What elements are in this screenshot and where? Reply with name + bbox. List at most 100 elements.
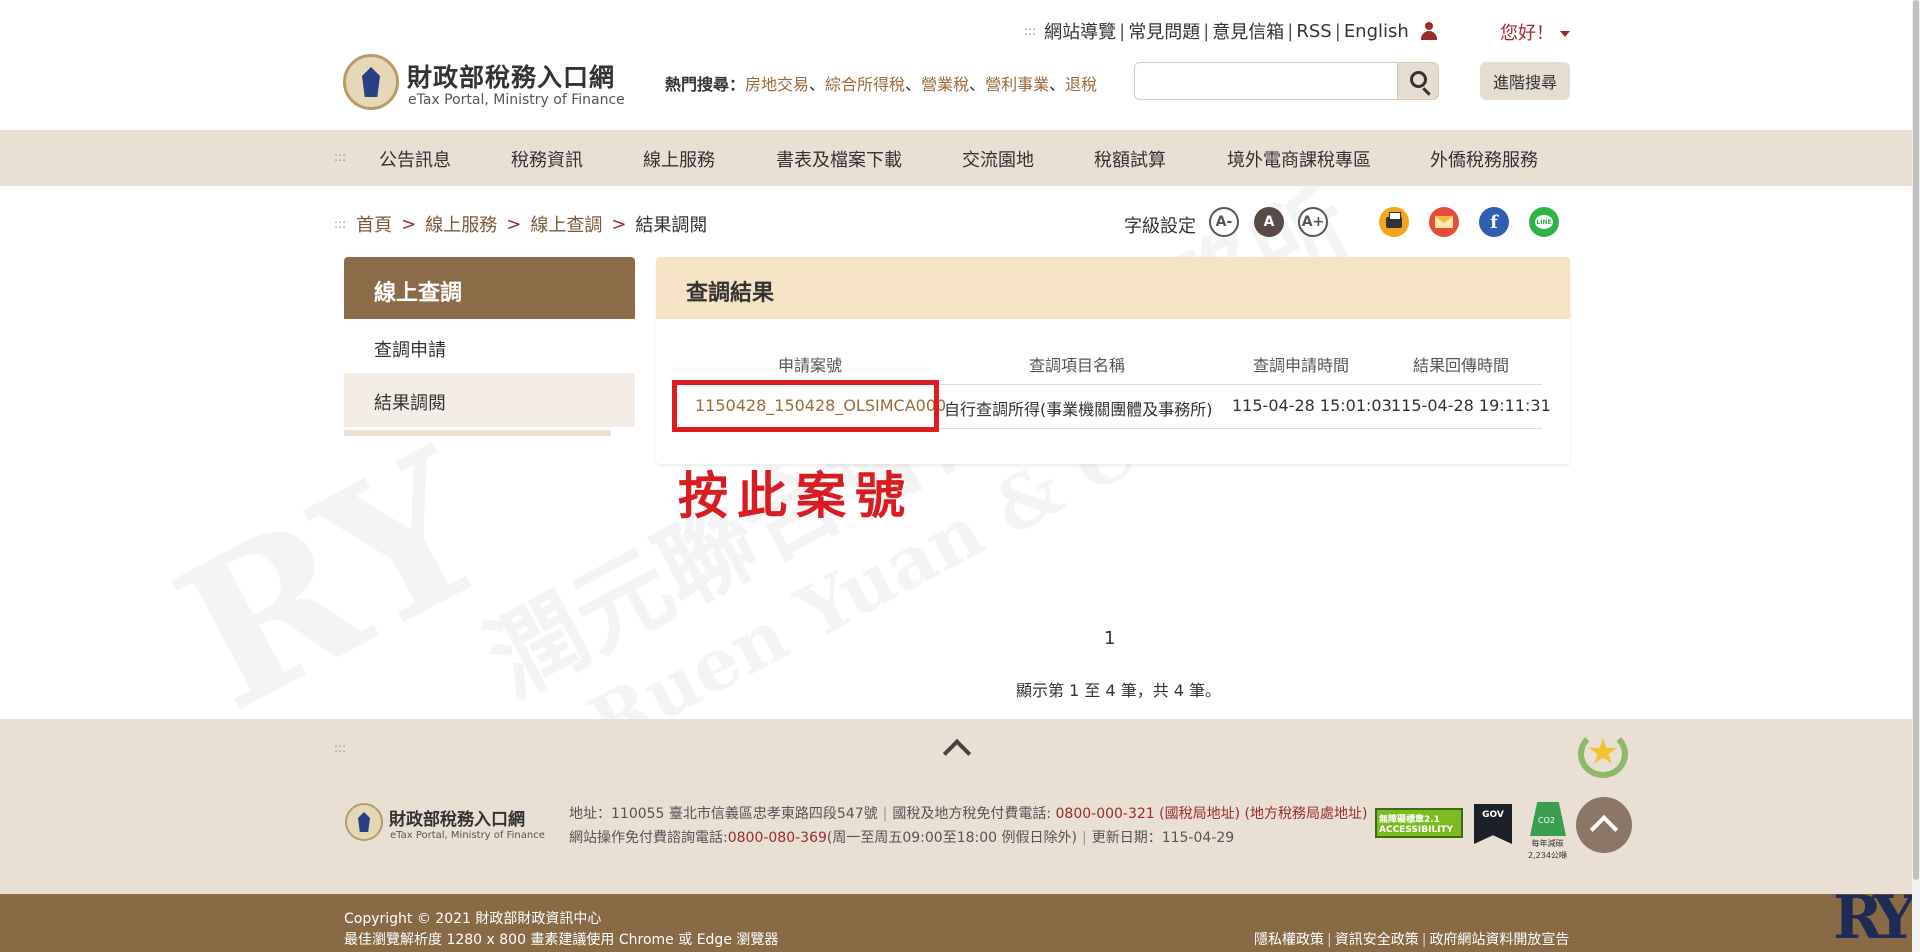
scrollbar[interactable] [1912, 0, 1920, 952]
carbon-badge-caption: 每年減碳 2,234公噸 [1528, 838, 1567, 862]
nav-item-tax-info[interactable]: 稅務資訊 [511, 146, 583, 172]
footer-logo-subtitle: eTax Portal, Ministry of Finance [390, 830, 545, 841]
nav-item-tax-calculator[interactable]: 稅額試算 [1094, 146, 1166, 172]
separator: | [1421, 932, 1427, 948]
results-title: 查調結果 [656, 257, 1570, 319]
keyword-separator: 、 [809, 75, 826, 94]
support-hours: (周一至周五09:00至18:00 例假日除外) [826, 830, 1077, 846]
mail-share-button[interactable] [1429, 207, 1459, 237]
sidebar-title: 線上查調 [344, 257, 635, 319]
dots-icon: ::: [1024, 24, 1037, 38]
print-button[interactable] [1379, 207, 1409, 237]
breadcrumb-online-inquiry[interactable]: 線上查調 [530, 211, 602, 237]
font-normal-button[interactable]: A [1254, 207, 1284, 237]
award-badge [1574, 728, 1632, 780]
font-larger-button[interactable]: A+ [1298, 207, 1328, 237]
facebook-icon: f [1490, 211, 1498, 233]
dots-icon: ::: [334, 150, 347, 164]
national-tax-address-link[interactable]: (國稅局地址) [1159, 806, 1240, 822]
dots-icon: ::: [334, 741, 347, 755]
keyword-separator: 、 [969, 75, 986, 94]
top-link-english[interactable]: English [1344, 21, 1409, 42]
breadcrumb-separator: > [611, 213, 627, 235]
advanced-search-button[interactable]: 進階搜尋 [1480, 62, 1570, 100]
tax-phone-label: 國稅及地方稅免付費電話: [892, 806, 1052, 822]
sidebar-item-inquiry-application[interactable]: 查調申請 [344, 320, 635, 374]
hot-keyword[interactable]: 房地交易 [745, 75, 809, 94]
watermark-text: 潤元聯合會計師事務所 Ruen Yuan & Co., CPAs. [469, 144, 1459, 797]
carbon-caption-line1: 每年減碳 [1531, 839, 1564, 848]
separator: | [1327, 932, 1332, 948]
nav-item-ecommerce-tax[interactable]: 境外電商課稅專區 [1227, 146, 1371, 172]
separator: | [882, 806, 888, 822]
search-icon [1410, 71, 1427, 88]
annotation-text: 按此案號 [678, 466, 914, 525]
top-link-feedback[interactable]: 意見信箱 [1212, 18, 1284, 44]
back-to-top-button[interactable] [1576, 797, 1632, 853]
copyright: Copyright © 2021 財政部財政資訊中心 [344, 911, 602, 927]
footer-logo: 財政部稅務入口網 eTax Portal, Ministry of Financ… [345, 803, 545, 843]
page-number[interactable]: 1 [1104, 628, 1115, 649]
user-icon[interactable] [1420, 22, 1437, 40]
browser-note: 最佳瀏覽解析度 1280 x 800 畫素建議使用 Chrome 或 Edge … [344, 932, 779, 948]
sidebar-item-result-retrieval[interactable]: 結果調閱 [344, 373, 635, 427]
search-input[interactable] [1134, 62, 1397, 100]
breadcrumb-current: 結果調閱 [635, 215, 708, 236]
column-header-item: 查調項目名稱 [1029, 356, 1126, 375]
nav-item-downloads[interactable]: 書表及檔案下載 [776, 146, 902, 172]
top-link-rss[interactable]: RSS [1296, 21, 1331, 42]
separator: | [1287, 20, 1294, 42]
top-link-sitemap[interactable]: 網站導覽 [1044, 18, 1116, 44]
privacy-policy-link[interactable]: 隱私權政策 [1254, 932, 1324, 948]
greeting-dropdown[interactable]: 您好！ [1500, 19, 1570, 45]
open-data-link[interactable]: 政府網站資料開放宣告 [1429, 932, 1569, 948]
nav-item-online-services[interactable]: 線上服務 [643, 146, 715, 172]
local-tax-address-link[interactable]: (地方稅務局處地址) [1245, 806, 1368, 822]
hot-search-label: 熱門搜尋： [665, 75, 746, 94]
line-share-button[interactable]: LINE [1529, 207, 1559, 237]
security-policy-link[interactable]: 資訊安全政策 [1335, 932, 1419, 948]
caret-down-icon [1560, 31, 1570, 37]
logo-title: 財政部稅務入口網 [407, 63, 616, 92]
top-link-faq[interactable]: 常見問題 [1128, 18, 1200, 44]
site-header: 財政部稅務入口網 eTax Portal, Ministry of Financ… [0, 0, 1920, 130]
hot-keyword[interactable]: 營業稅 [921, 75, 969, 94]
nav-item-announcements[interactable]: 公告訊息 [379, 146, 451, 172]
footer-address: 地址：110055 臺北市信義區忠孝東路四段547號 [569, 806, 878, 822]
breadcrumb: ::: 首頁 > 線上服務 > 線上查調 > 結果調閱 [334, 211, 707, 237]
sidebar-divider [344, 430, 611, 436]
hot-keyword[interactable]: 退稅 [1065, 75, 1097, 94]
returned-time: 115-04-28 19:11:31 [1391, 396, 1551, 415]
separator: | [1119, 20, 1126, 42]
separator: | [1334, 20, 1341, 42]
main-nav: ::: 公告訊息 稅務資訊 線上服務 書表及檔案下載 交流園地 稅額試算 境外電… [0, 130, 1920, 186]
nav-item-forum[interactable]: 交流園地 [962, 146, 1034, 172]
mail-icon [1435, 216, 1453, 228]
hot-keyword[interactable]: 綜合所得稅 [825, 75, 905, 94]
font-smaller-button[interactable]: A- [1209, 207, 1239, 237]
hot-keyword[interactable]: 營利事業 [985, 75, 1049, 94]
nav-item-foreigner-tax[interactable]: 外僑稅務服務 [1430, 146, 1538, 172]
support-phone[interactable]: 0800-080-369 [728, 830, 827, 846]
hot-search: 熱門搜尋：房地交易、綜合所得稅、營業稅、營利事業、退稅 [665, 71, 1097, 95]
emblem-icon [343, 54, 399, 110]
separator: | [1081, 830, 1087, 846]
update-date: 更新日期：115-04-29 [1091, 830, 1235, 846]
accessibility-badge[interactable]: 無障礙標章2.1 ACCESSIBILITY [1375, 808, 1463, 838]
footer-support-line: 網站操作免付費諮詢電話:0800-080-369(周一至周五09:00至18:0… [569, 827, 1234, 847]
site-logo[interactable]: 財政部稅務入口網 eTax Portal, Ministry of Financ… [343, 54, 633, 112]
pagination-summary: 顯示第 1 至 4 筆，共 4 筆。 [1016, 681, 1222, 700]
scrollbar-thumb[interactable] [1913, 0, 1919, 880]
top-links: ::: 網站導覽 | 常見問題 | 意見信箱 | RSS | English [1024, 19, 1437, 43]
tax-phone[interactable]: 0800-000-321 [1056, 806, 1155, 822]
search-button[interactable] [1397, 62, 1439, 100]
facebook-share-button[interactable]: f [1479, 207, 1509, 237]
emblem-icon [345, 803, 383, 841]
carbon-caption-line2: 2,234公噸 [1528, 851, 1567, 860]
separator: | [1203, 20, 1210, 42]
breadcrumb-online-services[interactable]: 線上服務 [425, 211, 497, 237]
footer-address-line: 地址：110055 臺北市信義區忠孝東路四段547號 | 國稅及地方稅免付費電話: … [569, 803, 1367, 823]
breadcrumb-home[interactable]: 首頁 [356, 211, 392, 237]
dots-icon: ::: [334, 217, 347, 231]
ry-logo: RY [1833, 884, 1919, 952]
